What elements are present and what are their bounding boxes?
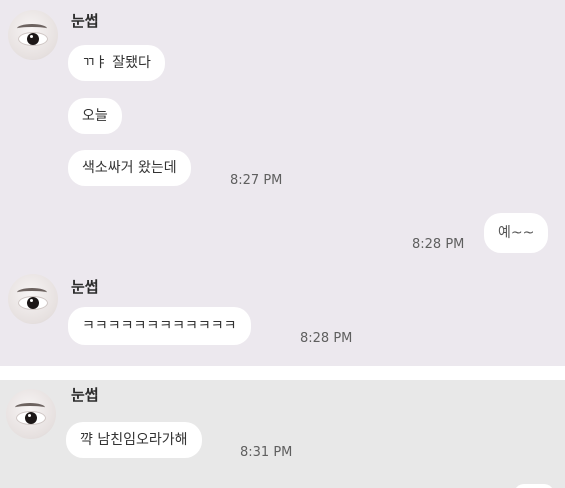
message-timestamp: 8:31 PM <box>240 445 293 460</box>
message-bubble: 오늘 <box>68 98 122 134</box>
eye-avatar-icon[interactable] <box>8 274 58 324</box>
sender-name: 눈썹 <box>71 386 99 404</box>
chat-panel-2: 눈썹 꺅 남친임오라가해 8:31 PM <box>0 380 565 488</box>
eye-avatar-icon[interactable] <box>6 389 56 439</box>
message-timestamp: 8:28 PM <box>300 331 353 346</box>
eye-avatar-icon[interactable] <box>8 10 58 60</box>
chat-panel-1: 눈썹 ㄲㅑ 잘됐다 오늘 색소싸거 왔는데 8:27 PM 8:28 PM 예~… <box>0 0 565 366</box>
message-bubble: ㅋㅋㅋㅋㅋㅋㅋㅋㅋㅋㅋㅋ <box>68 307 251 345</box>
partial-message-bubble <box>514 484 554 488</box>
sender-name: 눈썹 <box>71 278 99 296</box>
message-bubble: 색소싸거 왔는데 <box>68 150 191 186</box>
sent-message-bubble: 예~~ <box>484 213 549 253</box>
sender-name: 눈썹 <box>71 12 99 30</box>
message-timestamp: 8:27 PM <box>230 173 283 188</box>
message-timestamp: 8:28 PM <box>412 237 465 252</box>
message-bubble: ㄲㅑ 잘됐다 <box>68 45 165 81</box>
message-bubble: 꺅 남친임오라가해 <box>66 422 202 458</box>
